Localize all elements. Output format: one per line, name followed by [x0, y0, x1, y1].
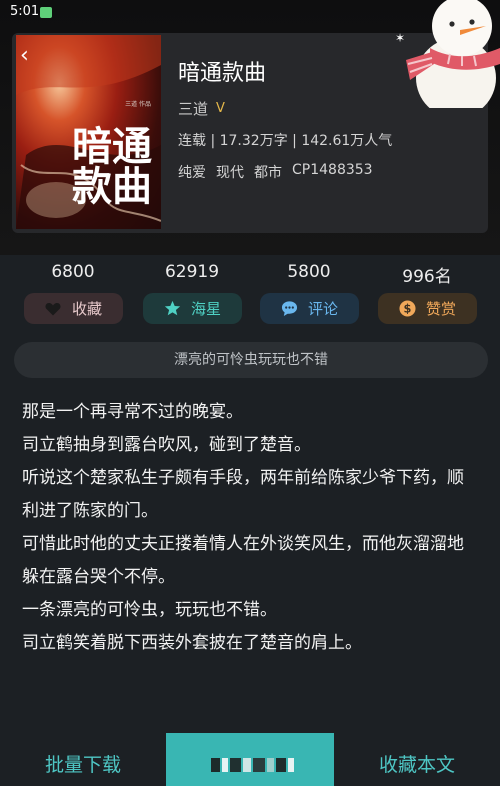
- collect-button-label: 收藏: [71, 300, 102, 318]
- svg-text:$: $: [404, 301, 412, 315]
- tag[interactable]: 纯爱: [178, 162, 206, 182]
- obscured-label: [210, 757, 294, 772]
- author-name[interactable]: 三道: [178, 98, 208, 119]
- read-button[interactable]: [166, 733, 334, 786]
- snowman-decoration: ✶: [395, 0, 500, 108]
- excerpt-text: 那是一个再寻常不过的晚宴。 司立鹤抽身到露台吹风，碰到了楚音。 听说这个楚家私生…: [22, 396, 474, 660]
- book-tags: 纯爱 现代 都市 CP1488353: [178, 162, 373, 182]
- comment-button-label: 评论: [307, 300, 338, 318]
- intro-tagline: 漂亮的可怜虫玩玩也不错: [14, 342, 488, 378]
- excerpt-paragraph: 司立鹤抽身到露台吹风，碰到了楚音。: [22, 435, 311, 455]
- cover-title: 暗通款曲: [72, 123, 152, 210]
- tag[interactable]: CP1488353: [292, 162, 373, 182]
- tag[interactable]: 都市: [254, 162, 282, 182]
- svg-text:✶: ✶: [395, 31, 405, 45]
- collect-button[interactable]: 收藏: [24, 293, 123, 324]
- star-button-label: 海星: [190, 300, 221, 318]
- collect-count: 6800: [51, 262, 95, 282]
- book-header: 5:01 三道 作品 暗通款曲 ‹ 暗通款曲 三道 V 连载 | 17.32万字…: [0, 0, 500, 255]
- tag[interactable]: 现代: [216, 162, 244, 182]
- reward-button[interactable]: $ 赞赏: [378, 293, 477, 324]
- comment-count: 5800: [287, 262, 331, 282]
- author-verified-icon: V: [216, 101, 225, 116]
- actions-row: 收藏 海星 评论 $ 赞赏: [0, 293, 500, 326]
- star-button[interactable]: 海星: [143, 293, 242, 324]
- reward-count: 996名: [402, 267, 452, 287]
- batch-download-button[interactable]: 批量下载: [0, 733, 166, 786]
- notification-app-icon: [40, 7, 52, 18]
- excerpt-paragraph: 一条漂亮的可怜虫，玩玩也不错。: [22, 600, 277, 620]
- book-stats: 连载 | 17.32万字 | 142.61万人气: [178, 133, 393, 149]
- bottom-action-bar: 批量下载 收藏本文: [0, 733, 500, 786]
- collect-book-button[interactable]: 收藏本文: [334, 733, 500, 786]
- comment-button[interactable]: 评论: [260, 293, 359, 324]
- dollar-coin-icon: $: [399, 300, 416, 317]
- excerpt-paragraph: 听说这个楚家私生子颇有手段，两年前给陈家少爷下药，顺利进了陈家的门。: [22, 468, 464, 521]
- author-row[interactable]: 三道 V: [178, 98, 225, 119]
- reward-button-label: 赞赏: [425, 300, 456, 318]
- star-count: 62919: [164, 262, 220, 282]
- back-icon[interactable]: ‹: [20, 44, 40, 68]
- counts-row: 6800 62919 5800 996名: [0, 262, 500, 287]
- excerpt-paragraph: 司立鹤笑着脱下西装外套披在了楚音的肩上。: [22, 633, 362, 653]
- heart-icon: [45, 300, 62, 317]
- status-time: 5:01: [10, 4, 40, 19]
- cover-author-credit: 三道 作品: [125, 101, 151, 108]
- excerpt-paragraph: 那是一个再寻常不过的晚宴。: [22, 402, 243, 422]
- excerpt-paragraph: 可惜此时他的丈夫正搂着情人在外谈笑风生，而他灰溜溜地躲在露台哭个不停。: [22, 534, 464, 587]
- book-title: 暗通款曲: [178, 61, 267, 86]
- comment-icon: [281, 300, 298, 317]
- star-icon: [164, 300, 181, 317]
